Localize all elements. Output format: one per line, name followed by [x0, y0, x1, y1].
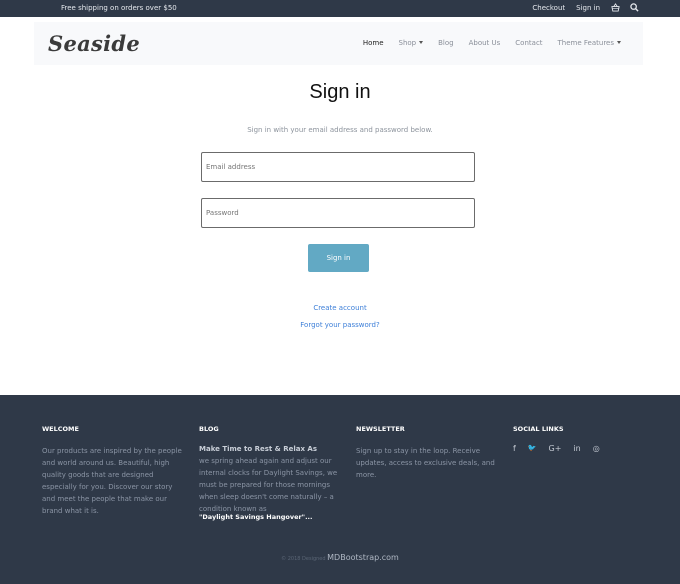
blog-post-text: we spring ahead again and adjust our int… [199, 457, 338, 513]
welcome-text: Our products are inspired by the people … [42, 447, 182, 515]
twitter-icon[interactable]: 🐦 [528, 444, 537, 453]
nav-shop-label: Shop [398, 39, 417, 47]
nav-blog[interactable]: Blog [438, 39, 453, 47]
forgot-password-link[interactable]: Forgot your password? [0, 321, 680, 329]
signin-button[interactable]: Sign in [308, 244, 369, 272]
chevron-down-icon [419, 41, 424, 44]
footer-newsletter: NEWSLETTER Sign up to stay in the loop. … [356, 425, 496, 481]
nav-contact[interactable]: Contact [515, 39, 542, 47]
basket-icon[interactable] [611, 3, 620, 12]
nav-shop[interactable]: Shop [399, 39, 424, 47]
checkout-link[interactable]: Checkout [532, 4, 565, 12]
email-field[interactable] [201, 152, 475, 182]
blog-post-title[interactable]: Make Time to Rest & Relax As [199, 445, 339, 453]
main-navbar: Seaside Home Shop Blog About Us Contact … [34, 22, 643, 65]
social-links: f 🐦 G+ in ◎ [513, 444, 653, 453]
copyright: © 2018 Designed MDBootstrap.com [0, 553, 680, 562]
footer: WELCOME Our products are inspired by the… [0, 395, 680, 584]
newsletter-heading: NEWSLETTER [356, 425, 405, 433]
blog-post-more[interactable]: "Daylight Savings Hangover"... [199, 513, 339, 521]
google-plus-icon[interactable]: G+ [549, 444, 562, 453]
top-bar: Free shipping on orders over $50 Checkou… [0, 0, 680, 17]
topbar-links: Checkout Sign in [532, 4, 600, 12]
signin-link[interactable]: Sign in [576, 4, 600, 12]
facebook-icon[interactable]: f [513, 444, 516, 453]
site-logo[interactable]: Seaside [48, 31, 140, 56]
footer-welcome: WELCOME Our products are inspired by the… [42, 425, 182, 517]
copyright-prefix: © 2018 Designed [281, 556, 326, 562]
password-field[interactable] [201, 198, 475, 228]
page-subtitle: Sign in with your email address and pass… [247, 126, 433, 134]
page-title: Sign in [309, 81, 371, 103]
nav-about[interactable]: About Us [469, 39, 501, 47]
copyright-brand-link[interactable]: MDBootstrap.com [327, 553, 399, 562]
welcome-heading: WELCOME [42, 425, 79, 433]
footer-social: SOCIAL LINKS f 🐦 G+ in ◎ [513, 425, 653, 453]
create-account-link[interactable]: Create account [0, 304, 680, 312]
blog-heading: BLOG [199, 425, 219, 433]
linkedin-icon[interactable]: in [573, 444, 580, 453]
footer-blog: BLOG Make Time to Rest & Relax As we spr… [199, 425, 339, 521]
chevron-down-icon [617, 41, 621, 44]
nav-theme-features-label: Theme Features [557, 39, 614, 47]
promo-text: Free shipping on orders over $50 [61, 4, 177, 12]
nav-theme-features[interactable]: Theme Features [558, 39, 621, 47]
nav-home[interactable]: Home [363, 39, 384, 47]
newsletter-text: Sign up to stay in the loop. Receive upd… [356, 447, 495, 479]
dribbble-icon[interactable]: ◎ [593, 444, 600, 453]
social-heading: SOCIAL LINKS [513, 425, 564, 433]
search-icon[interactable] [630, 3, 639, 12]
topbar-icons [611, 3, 639, 12]
main-nav: Home Shop Blog About Us Contact Theme Fe… [363, 39, 621, 47]
